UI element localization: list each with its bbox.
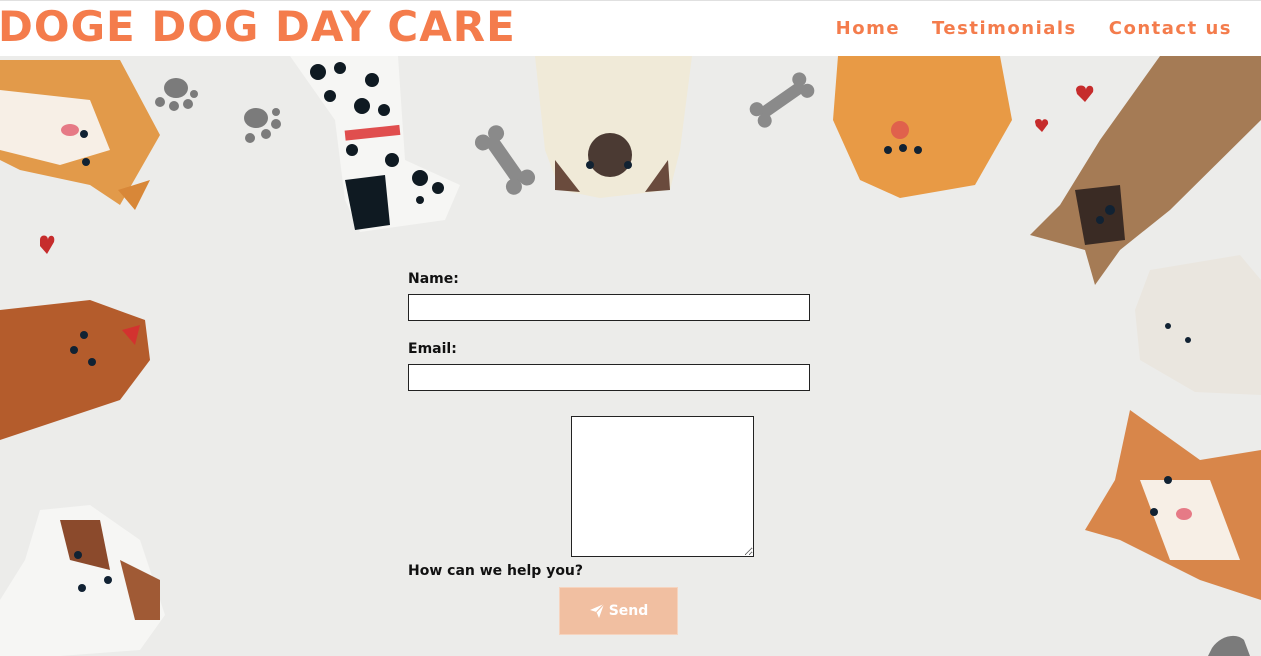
- send-button-label: Send: [608, 603, 649, 619]
- nav-contact-link[interactable]: Contact us: [1109, 18, 1232, 39]
- send-button[interactable]: Send: [559, 587, 678, 635]
- paper-plane-icon: [589, 603, 605, 618]
- nav-home-link[interactable]: Home: [836, 18, 900, 39]
- message-label: How can we help you?: [408, 563, 584, 579]
- nav-testimonials-link[interactable]: Testimonials: [932, 18, 1077, 39]
- email-input[interactable]: [408, 364, 810, 391]
- email-label: Email:: [408, 341, 457, 357]
- message-textarea[interactable]: [571, 416, 754, 557]
- name-label: Name:: [408, 271, 459, 287]
- nav-menu: Home Testimonials Contact us: [836, 18, 1232, 39]
- site-title[interactable]: DOGE DOG DAY CARE: [0, 2, 516, 51]
- navbar: DOGE DOG DAY CARE Home Testimonials Cont…: [0, 0, 1261, 56]
- contact-form: Name: Email: How can we help you? Send: [0, 0, 1261, 656]
- name-input[interactable]: [408, 294, 810, 321]
